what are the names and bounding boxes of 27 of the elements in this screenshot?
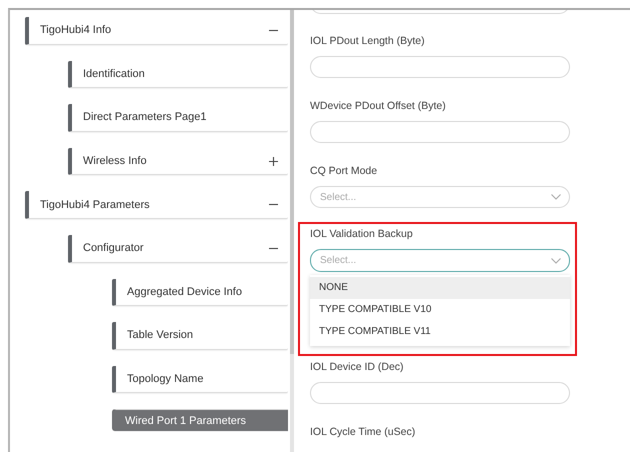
dropdown-option[interactable]: TYPE COMPATIBLE V10 [310,299,570,321]
field-label: IOL Device ID (Dec) [310,360,405,374]
chevron-down-icon [551,258,561,264]
tree-item[interactable]: TigoHubi4 Info [25,17,288,45]
tree-item[interactable]: Direct Parameters Page1 [68,104,288,132]
input-field[interactable] [310,382,570,404]
scrollbar-thumb[interactable] [290,10,294,354]
dropdown-option[interactable]: NONE [310,277,570,299]
tree-item[interactable]: TigoHubi4 Parameters [25,191,288,219]
field-label: IOL PDout Length (Byte) [310,34,426,48]
tree-item[interactable]: Wired Port 1 Parameters [112,409,288,432]
tree-item[interactable]: Table Version [112,322,288,350]
input-field[interactable] [310,121,570,143]
plus-icon[interactable] [269,156,278,166]
tree-item[interactable]: Topology Name [112,366,288,394]
field-label: CQ Port Mode [310,164,378,178]
field-label: WDevice PDout Offset (Byte) [310,99,447,113]
tree-item[interactable]: Configurator [68,234,288,263]
tree-item[interactable]: Wireless Info [68,148,288,176]
field-label: IOL Validation Backup [310,227,414,241]
dropdown-option[interactable]: TYPE COMPATIBLE V11 [310,321,570,343]
tree-item[interactable]: Identification [68,60,288,88]
scrollbar[interactable] [290,10,294,452]
tree-item[interactable]: Aggregated Device Info [112,278,288,306]
chevron-down-icon [551,194,561,200]
field-label: IOL Cycle Time (uSec) [310,425,416,439]
input-field[interactable] [310,56,570,78]
